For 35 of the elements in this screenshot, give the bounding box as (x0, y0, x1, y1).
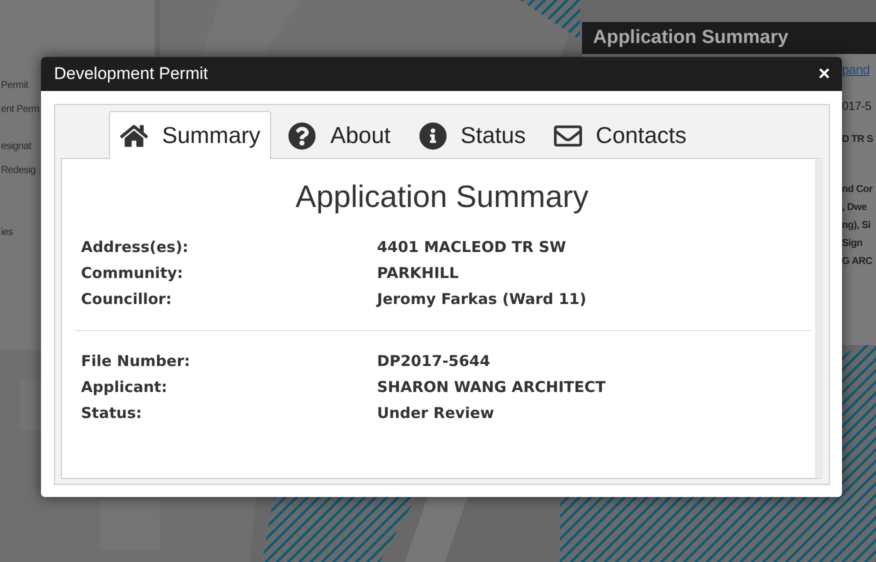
field-value: PARKHILL (377, 263, 460, 284)
tab[interactable]: Contacts (542, 111, 698, 159)
dialog-title: Development Permit (54, 64, 208, 84)
help-icon (288, 122, 316, 150)
panel-text: Sign (842, 237, 862, 251)
field-value: DP2017-5644 (377, 351, 492, 372)
field-value: Under Review (377, 403, 496, 424)
side-panel-item[interactable]: Permit (0, 78, 28, 94)
side-panel-item[interactable]: ent Perm (0, 102, 40, 118)
panel-text: D TR S (842, 133, 873, 147)
field-label: Applicant: (81, 377, 168, 398)
content-heading: Application Summary (294, 179, 590, 215)
field-label: Status: (81, 403, 143, 424)
close-button[interactable]: × (818, 64, 830, 84)
tab[interactable]: Summary (109, 111, 272, 159)
side-panel-item[interactable]: esignat (0, 139, 32, 155)
expand-link[interactable]: pand (842, 62, 870, 77)
field-label: Address(es): (81, 237, 190, 258)
field-value: SHARON WANG ARCHITECT (377, 377, 607, 398)
panel-title: Application Summary (593, 27, 788, 49)
panel-text: nd Cor (842, 183, 872, 197)
side-panel-item[interactable]: Redesig (0, 163, 36, 179)
field-label: File Number: (81, 351, 192, 372)
tab[interactable]: About (277, 111, 402, 159)
field-label: Community: (81, 263, 184, 284)
panel-text: G ARC (842, 255, 872, 269)
panel-text: ng), Si (842, 219, 870, 233)
panel-text: 017-5 (842, 98, 872, 115)
side-panel-item[interactable]: ies (0, 225, 13, 241)
field-label: Councillor: (81, 289, 173, 310)
field-value: Jeromy Farkas (Ward 11) (377, 289, 588, 310)
panel-text: , Dwe (842, 201, 867, 215)
info-icon (418, 122, 447, 150)
tab[interactable]: Status (408, 111, 537, 159)
field-value: 4401 MACLEOD TR SW (377, 237, 568, 258)
